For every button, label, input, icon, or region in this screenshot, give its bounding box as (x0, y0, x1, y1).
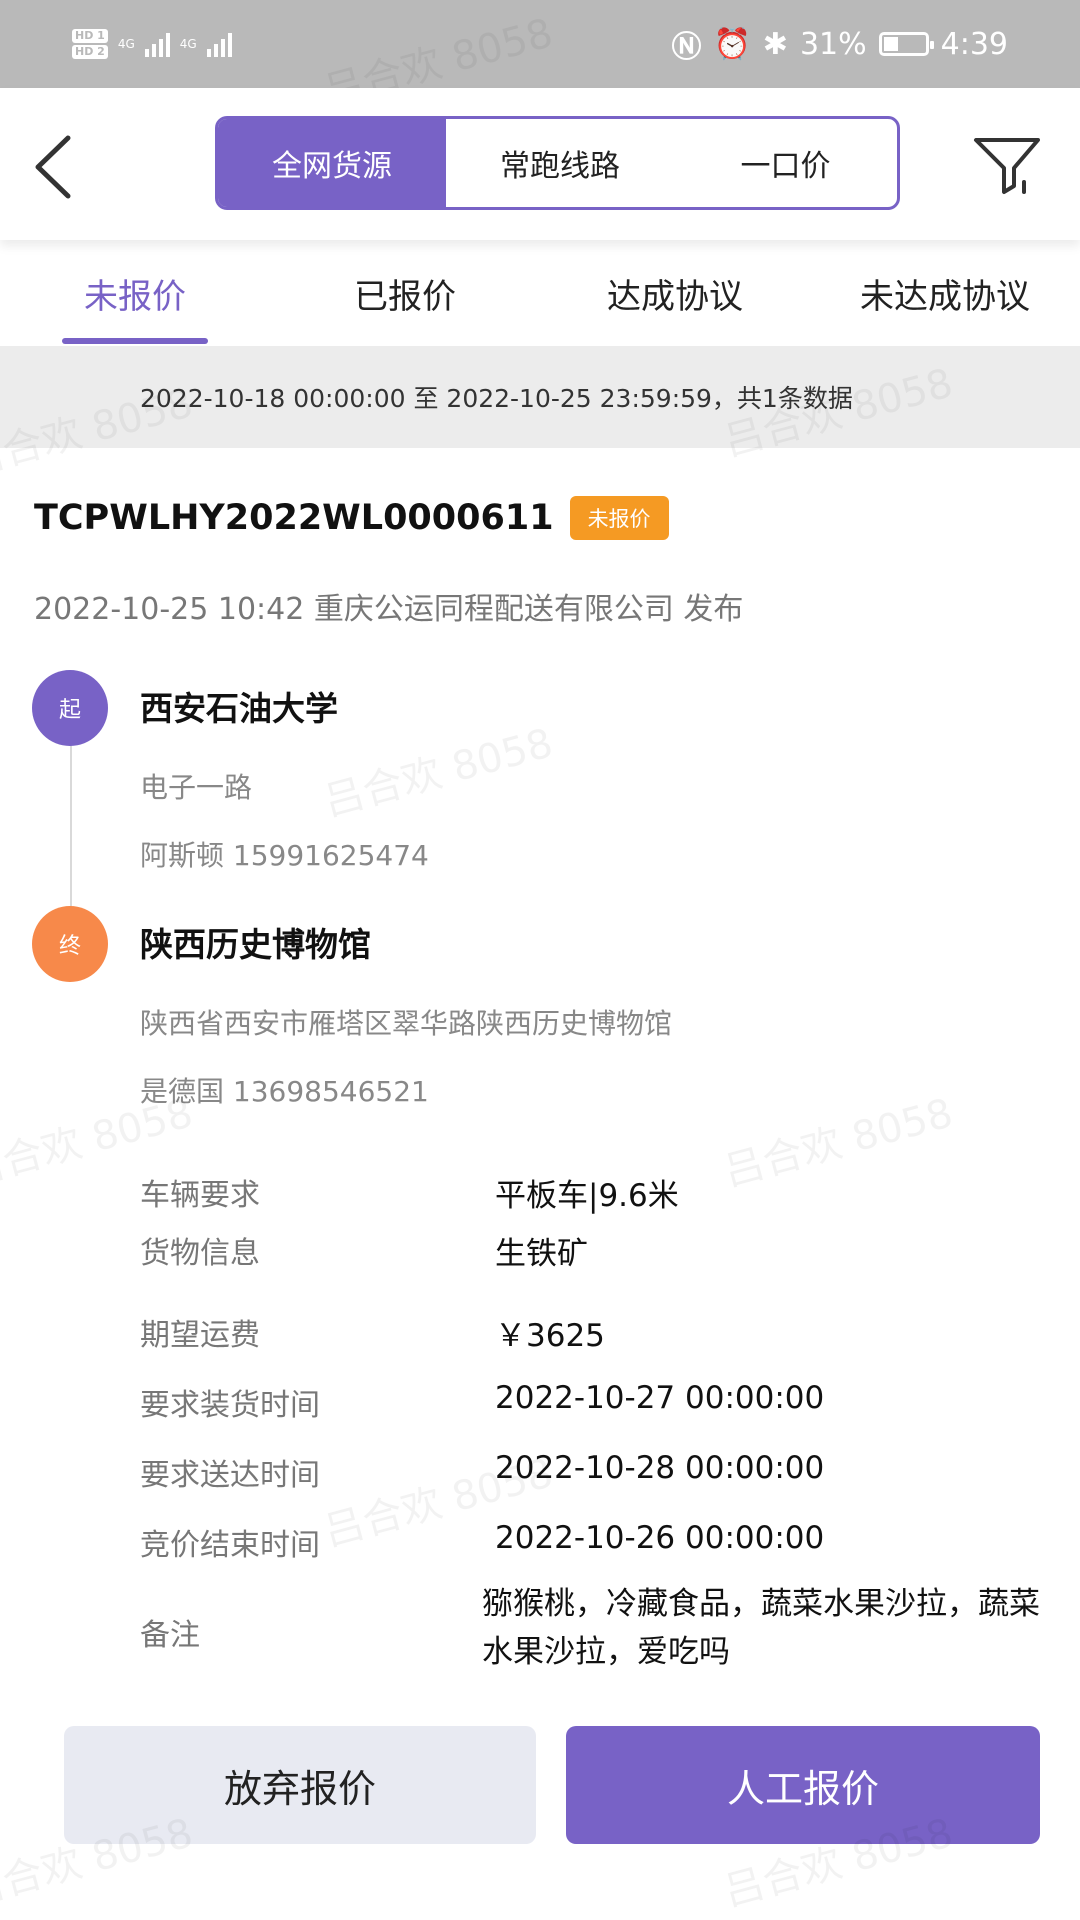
back-icon[interactable] (28, 130, 78, 204)
source-segmented-control: 全网货源 常跑线路 一口价 (215, 116, 900, 210)
quote-status-tabs: 未报价 已报价 达成协议 未达成协议 (0, 240, 1080, 346)
detail-label: 要求送达时间 (140, 1458, 320, 1493)
bidding-end-time: 2022-10-26 00:00:00 (495, 1520, 825, 1556)
loading-time: 2022-10-27 00:00:00 (495, 1380, 825, 1416)
abandon-quote-button[interactable]: 放弃报价 (64, 1726, 536, 1844)
start-contact: 阿斯顿 15991625474 (140, 839, 429, 872)
nfc-icon: Ⓝ (671, 30, 702, 65)
end-marker: 终 (32, 906, 108, 982)
detail-label: 车辆要求 (140, 1178, 260, 1213)
detail-label: 货物信息 (140, 1236, 260, 1271)
end-address: 陕西省西安市雁塔区翠华路陕西历史博物馆 (140, 1007, 673, 1040)
cargo-info: 生铁矿 (495, 1236, 588, 1272)
delivery-time: 2022-10-28 00:00:00 (495, 1450, 825, 1486)
start-place: 西安石油大学 (140, 689, 338, 728)
start-address: 电子一路 (140, 771, 253, 804)
order-header: TCPWLHY2022WL0000611 未报价 (34, 496, 669, 540)
detail-label: 要求装货时间 (140, 1388, 320, 1423)
alarm-icon: ⏰ (713, 26, 751, 62)
route-connector (70, 734, 72, 924)
app-header: 全网货源 常跑线路 一口价 (0, 88, 1080, 240)
vehicle-requirement: 平板车|9.6米 (495, 1178, 679, 1214)
clock: 4:39 (940, 26, 1008, 62)
expected-freight: ￥3625 (495, 1318, 605, 1354)
tab-quoted[interactable]: 已报价 (270, 240, 540, 346)
status-right: Ⓝ ⏰ ✱ 31% 4:39 (671, 22, 1008, 66)
filter-icon[interactable] (970, 128, 1044, 202)
end-contact: 是德国 13698546521 (140, 1075, 429, 1108)
network-type-2: 4G (179, 37, 197, 51)
battery-percent: 31% (799, 26, 867, 62)
signal-icon (144, 31, 170, 57)
tab-agreed[interactable]: 达成协议 (540, 240, 810, 346)
hd1-indicator: HD 1 (72, 29, 108, 43)
order-card[interactable]: TCPWLHY2022WL0000611 未报价 2022-10-25 10:4… (0, 448, 1080, 1920)
publish-info: 2022-10-25 10:42 重庆公运同程配送有限公司 发布 (34, 592, 744, 627)
detail-label: 竞价结束时间 (140, 1528, 320, 1563)
segment-regular-routes[interactable]: 常跑线路 (446, 119, 674, 207)
network-indicators: HD 1 HD 2 4G 4G (72, 29, 232, 59)
manual-quote-button[interactable]: 人工报价 (566, 1726, 1040, 1844)
detail-label: 期望运费 (140, 1318, 260, 1353)
signal-icon-2 (206, 31, 232, 57)
segment-fixed-price[interactable]: 一口价 (674, 119, 897, 207)
remark-value: 猕猴桃，冷藏食品，蔬菜水果沙拉，蔬菜水果沙拉，爱吃吗 (482, 1586, 1040, 1670)
network-type-1: 4G (117, 37, 135, 51)
tab-not-agreed[interactable]: 未达成协议 (810, 240, 1080, 346)
date-range-summary: 2022-10-18 00:00:00 至 2022-10-25 23:59:5… (0, 346, 1080, 448)
remark-label: 备注 (140, 1618, 200, 1653)
status-badge: 未报价 (569, 496, 669, 540)
status-bar: HD 1 HD 2 4G 4G Ⓝ ⏰ ✱ 31% 4:39 (0, 0, 1080, 88)
segment-all-sources[interactable]: 全网货源 (218, 119, 446, 207)
end-place: 陕西历史博物馆 (140, 925, 371, 964)
hd2-indicator: HD 2 (72, 45, 108, 59)
start-marker: 起 (32, 670, 108, 746)
battery-icon (878, 32, 934, 56)
tab-not-quoted[interactable]: 未报价 (0, 240, 270, 346)
bluetooth-icon: ✱ (762, 26, 788, 62)
order-number: TCPWLHY2022WL0000611 (34, 498, 554, 538)
